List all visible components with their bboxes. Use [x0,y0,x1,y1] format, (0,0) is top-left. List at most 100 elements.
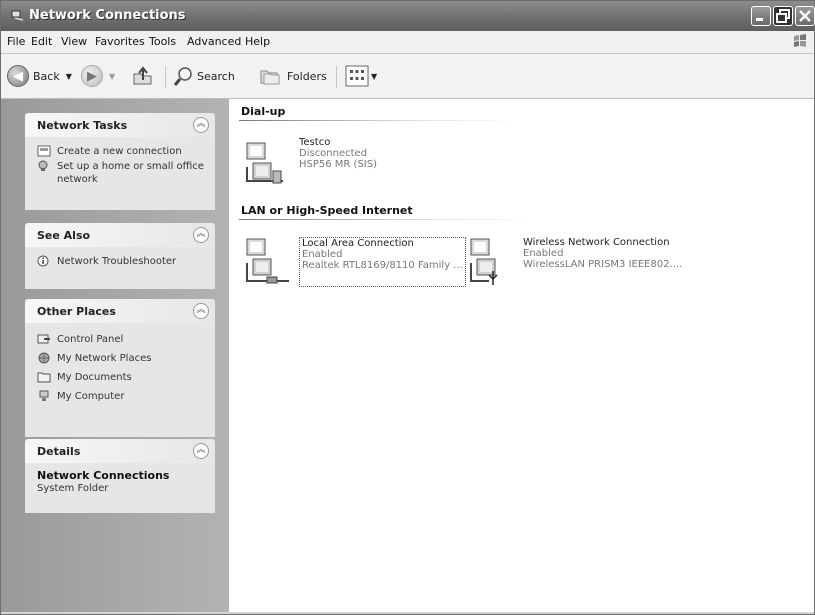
wireless-connection-icon [470,238,498,285]
my-computer-link[interactable]: My Computer [37,390,207,403]
other-places-panel: Other Places ︽ Control Panel My Network … [25,299,215,437]
menu-favorites[interactable]: Favorites [95,35,145,48]
details-panel: Details ︽ Network Connections System Fol… [25,439,215,513]
chevron-down-icon: ▼ [371,71,378,81]
toolbar-separator [165,66,166,88]
connection-local-area[interactable]: Local Area Connection Enabled Realtek RT… [243,237,466,287]
group-divider [239,219,539,220]
views-grid-icon [345,65,369,87]
control-panel-icon [37,334,50,344]
close-icon [799,10,811,22]
views-button[interactable]: ▼ [345,64,377,88]
back-button[interactable]: ◀ Back ▼ [7,64,72,88]
details-header[interactable]: Details ︽ [25,439,215,463]
menu-edit[interactable]: Edit [31,35,52,48]
network-tasks-title: Network Tasks [37,119,128,132]
up-folder-icon [133,66,152,85]
collapse-chevron-icon[interactable]: ︽ [193,227,209,243]
folders-label: Folders [287,69,327,83]
chevron-down-icon: ▼ [65,71,72,81]
connection-details: Local Area Connection Enabled Realtek RT… [299,237,466,287]
home-network-setup-label: Set up a home or small office network [57,161,204,185]
search-label: Search [197,69,235,83]
my-network-places-link[interactable]: My Network Places [37,352,207,365]
connection-details: Wireless Network Connection Enabled Wire… [523,237,682,287]
network-connections-icon [11,10,24,21]
group-divider [239,120,519,121]
connection-device: HSP56 MR (SIS) [299,159,378,170]
connection-name: Testco [299,137,331,148]
connections-view: Dial-up Testco Disconnected HSP56 MR (SI… [229,99,814,612]
details-folder-name: Network Connections [37,469,170,482]
my-computer-label: My Computer [57,391,125,402]
network-troubleshooter-label: Network Troubleshooter [57,256,177,267]
minimize-button[interactable] [751,6,771,26]
dialup-group-header: Dial-up [241,105,286,118]
new-connection-icon [37,145,51,157]
restore-button[interactable] [773,6,793,26]
control-panel-link[interactable]: Control Panel [37,333,207,346]
see-also-title: See Also [37,229,91,242]
other-places-title: Other Places [37,305,116,318]
documents-folder-icon [37,372,51,383]
lan-group-header: LAN or High-Speed Internet [241,204,413,217]
my-documents-label: My Documents [57,372,132,383]
connection-wireless[interactable]: Wireless Network Connection Enabled Wire… [467,237,682,287]
network-tasks-body: Create a new connection Set up a home or… [25,137,215,210]
connection-status: Enabled [302,249,343,260]
back-label: Back [33,69,60,83]
connection-status: Enabled [523,248,564,259]
chevron-down-icon: ▼ [109,71,116,81]
other-places-body: Control Panel My Network Places My Docum… [25,323,215,437]
search-button[interactable]: Search [173,64,235,88]
connection-testco[interactable]: Testco Disconnected HSP56 MR (SIS) [243,137,377,187]
connection-device: WirelessLAN PRISM3 IEEE802.... [523,259,683,270]
create-new-connection-label: Create a new connection [57,146,182,157]
home-network-icon [38,160,48,171]
close-button[interactable] [795,6,815,26]
connection-status: Disconnected [299,148,368,159]
menu-tools[interactable]: Tools [149,35,176,48]
menu-file[interactable]: File [7,35,25,48]
network-tasks-panel: Network Tasks ︽ Create a new connection … [25,113,215,210]
task-pane: Network Tasks ︽ Create a new connection … [1,99,229,612]
other-places-header[interactable]: Other Places ︽ [25,299,215,323]
menu-help[interactable]: Help [245,35,270,48]
lan-connection-icon [246,238,289,284]
help-info-icon [37,255,49,267]
details-body: Network Connections System Folder [25,463,215,513]
connection-device: Realtek RTL8169/8110 Family ... [302,260,463,271]
create-new-connection-link[interactable]: Create a new connection [37,145,207,158]
windows-flag-icon [794,34,806,47]
connection-details: Testco Disconnected HSP56 MR (SIS) [299,137,377,187]
network-connections-window: Network Connections File Edit View Favor… [0,0,815,615]
forward-arrow-icon: ▶ [81,65,103,87]
forward-button[interactable]: ▶ ▼ [81,64,115,88]
title-bar[interactable]: Network Connections [1,1,815,31]
menu-advanced[interactable]: Advanced [187,35,241,48]
back-arrow-icon: ◀ [7,65,29,87]
details-folder-type: System Folder [37,483,109,494]
folders-icon [260,70,280,85]
collapse-chevron-icon[interactable]: ︽ [193,303,209,319]
restore-icon [776,9,790,23]
dialup-modem-icon [246,142,283,184]
connection-name: Wireless Network Connection [523,237,670,248]
toolbar: ◀ Back ▼ ▶ ▼ Search Folders ▼ [1,54,814,99]
up-folder-button[interactable] [131,64,155,88]
collapse-chevron-icon[interactable]: ︽ [193,117,209,133]
menu-bar: File Edit View Favorites Tools Advanced … [1,31,814,54]
see-also-body: Network Troubleshooter [25,247,215,289]
network-places-icon [38,352,50,364]
see-also-header[interactable]: See Also ︽ [25,223,215,247]
minimize-icon [756,18,763,21]
my-network-places-label: My Network Places [57,353,152,364]
toolbar-separator [336,66,337,88]
network-tasks-header[interactable]: Network Tasks ︽ [25,113,215,137]
network-troubleshooter-link[interactable]: Network Troubleshooter [37,255,207,268]
folders-button[interactable]: Folders [259,64,327,88]
my-documents-link[interactable]: My Documents [37,371,207,384]
menu-view[interactable]: View [61,35,87,48]
collapse-chevron-icon[interactable]: ︽ [193,443,209,459]
home-network-setup-link[interactable]: Set up a home or small office network [37,160,207,186]
